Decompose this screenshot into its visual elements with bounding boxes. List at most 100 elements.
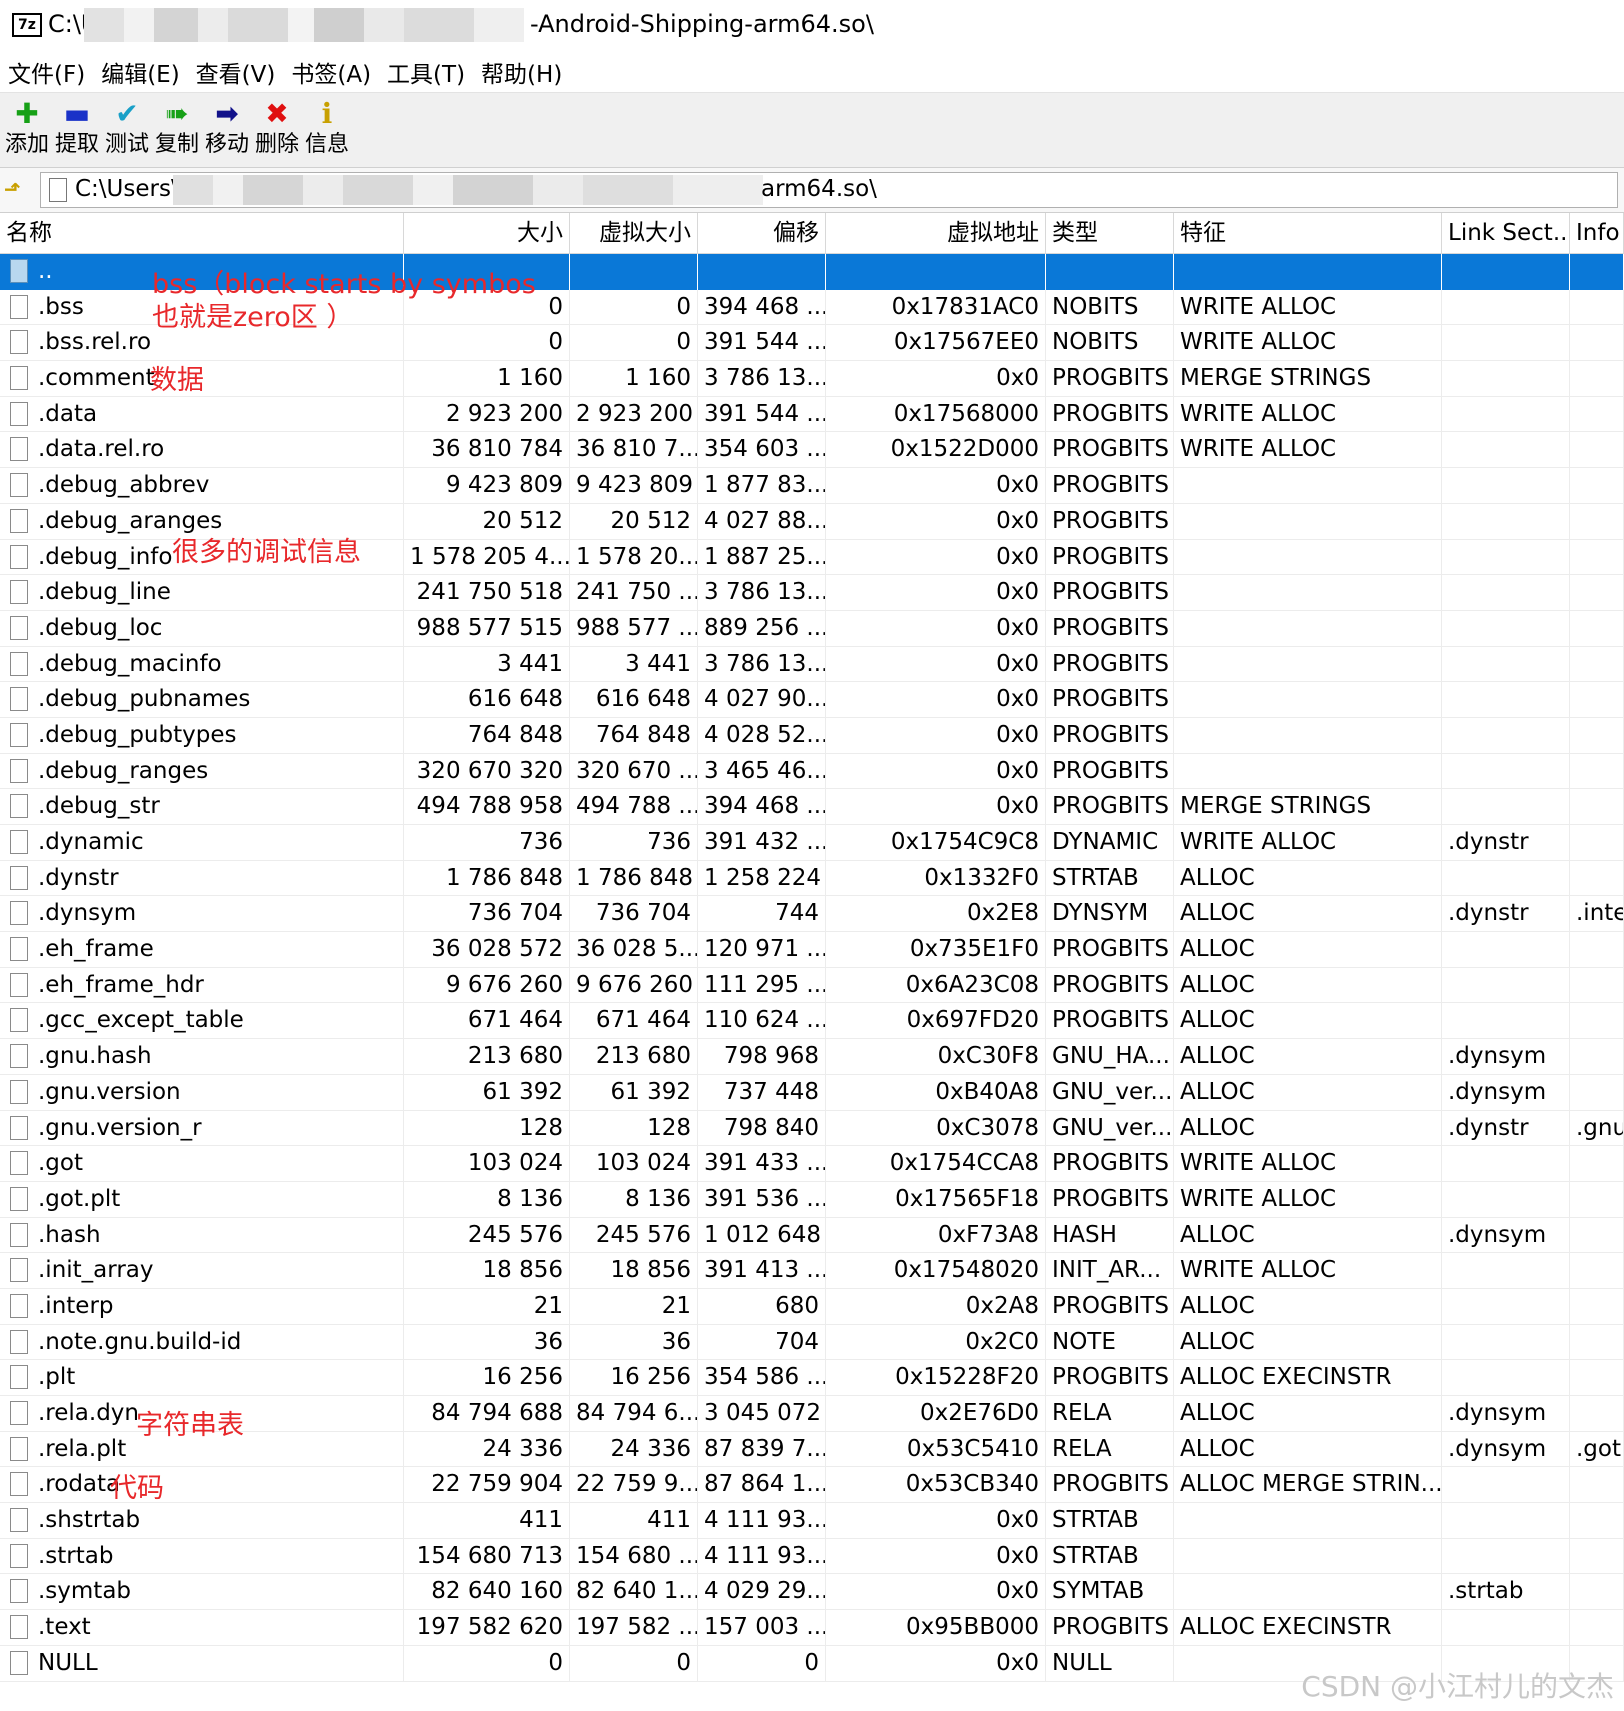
table-row[interactable]: .init_array 18 856 18 856 391 413 ... 0x1754… [0,1253,1624,1289]
menu-edit[interactable]: 编辑(E) [93,55,187,89]
table-row[interactable]: .dynsym 736 704 736 704 744 0x2E8 DYNSYM ALLOC… [0,896,1624,933]
table-row[interactable]: .debug_pubtypes 764 848 764 848 4 028 52...… [0,717,1624,754]
col-virtual-size[interactable]: 虚拟大小 [570,213,698,253]
table-row[interactable]: .debug_macinfo 3 441 3 441 3 786 13... 0x0 PR… [0,646,1624,683]
table-row[interactable]: .gcc_except_table 671 464 671 464 110 624 .… [0,1003,1624,1040]
cell-virtual-size: 8 136 [570,1181,698,1217]
table-row[interactable]: .eh_frame_hdr 9 676 260 9 676 260 111 295 .… [0,967,1624,1004]
table-row[interactable]: .rela.plt 24 336 24 336 87 839 7... 0x53C541… [0,1431,1624,1468]
file-icon [10,1436,28,1461]
table-row[interactable]: .note.gnu.build-id 36 36 704 0x2C0 NOTE ALLOC [0,1324,1624,1361]
table-row[interactable]: .text 197 582 620 197 582 ... 157 003 ... 0x… [0,1610,1624,1646]
cell-virtual-address: 0x2A8 [826,1288,1046,1324]
col-info[interactable]: Info [1570,213,1624,253]
address-input[interactable]: C:\Users\ arm64.so\ [40,172,1618,208]
menu-file[interactable]: 文件(F) [0,55,93,89]
cell-info [1570,1360,1624,1395]
folder-up-icon[interactable]: ⬏ [4,177,28,203]
table-row[interactable]: .debug_aranges 20 512 20 512 4 027 88... 0x0… [0,503,1624,540]
table-row[interactable]: .eh_frame 36 028 572 36 028 5... 120 971 ..… [0,932,1624,968]
cell-type: PROGBITS [1046,682,1174,717]
cell-info [1570,860,1624,896]
cell-info [1570,967,1624,1003]
cell-type: RELA [1046,1431,1174,1467]
test-button[interactable]: ✔ 测试 [100,97,154,163]
cell-type: STRTAB [1046,860,1174,896]
col-size[interactable]: 大小 [404,213,570,253]
cell-info [1570,1610,1624,1645]
cell-virtual-address: 0x0 [826,361,1046,396]
cell-info [1570,1538,1624,1574]
table-row[interactable]: .dynamic 736 736 391 432 ... 0x1754C9C8 DYNAM… [0,825,1624,861]
cell-type: PROGBITS [1046,753,1174,789]
cell-virtual-size [570,254,698,290]
cell-name: .debug_pubnames [34,682,404,717]
cell-offset: 680 [698,1288,826,1324]
table-row[interactable]: .data.rel.ro 36 810 784 36 810 7... 354 603… [0,432,1624,469]
table-row[interactable]: .interp 21 21 680 0x2A8 PROGBITS ALLOC [0,1288,1624,1325]
table-row[interactable]: .bss 0 0 394 468 ... 0x17831AC0 NOBITS WRITE A… [0,289,1624,326]
table-row[interactable]: .debug_abbrev 9 423 809 9 423 809 1 877 83.… [0,468,1624,504]
add-button[interactable]: ✚ 添加 [0,97,54,163]
move-button[interactable]: ➡ 移动 [200,97,254,163]
table-row[interactable]: .shstrtab 411 411 4 111 93... 0x0 STRTAB [0,1503,1624,1539]
col-characteristics[interactable]: 特征 [1174,213,1442,253]
table-row[interactable]: .debug_str 494 788 958 494 788 ... 394 468 … [0,789,1624,825]
menu-help[interactable]: 帮助(H) [473,55,570,89]
table-row[interactable]: .debug_info 1 578 205 4... 1 578 20... 1 88… [0,539,1624,576]
table-row[interactable]: .gnu.hash 213 680 213 680 798 968 0xC30F8 GNU… [0,1039,1624,1075]
file-icon [10,1151,28,1176]
table-row[interactable]: .rodata 22 759 904 22 759 9... 87 864 1... 0… [0,1467,1624,1504]
cell-virtual-address: 0x6A23C08 [826,967,1046,1003]
table-row[interactable]: .symtab 82 640 160 82 640 1... 4 029 29... 0… [0,1574,1624,1611]
cell-offset: 704 [698,1324,826,1360]
cell-link-section [1442,432,1570,468]
table-row[interactable]: .rela.dyn 84 794 688 84 794 6... 3 045 072 0… [0,1396,1624,1432]
cell-virtual-address: 0xC3078 [826,1110,1046,1146]
cell-virtual-size: 1 786 848 [570,860,698,896]
copy-button[interactable]: ➠ 复制 [150,97,204,163]
cell-link-section [1442,753,1570,789]
menu-view[interactable]: 查看(V) [188,55,284,89]
table-row[interactable]: .strtab 154 680 713 154 680 ... 4 111 93...… [0,1538,1624,1575]
menu-bookmarks[interactable]: 书签(A) [283,55,379,89]
table-row[interactable]: .debug_ranges 320 670 320 320 670 ... 3 465… [0,753,1624,790]
info-button[interactable]: ℹ 信息 [300,97,354,163]
delete-button[interactable]: ✖ 删除 [250,97,304,163]
col-offset[interactable]: 偏移 [698,213,826,253]
extract-button[interactable]: ▬ 提取 [50,97,104,163]
table-row[interactable]: .debug_loc 988 577 515 988 577 ... 889 256 … [0,610,1624,647]
table-row[interactable]: .plt 16 256 16 256 354 586 ... 0x15228F20 PRO… [0,1360,1624,1396]
cell-virtual-size: 988 577 ... [570,610,698,646]
table-row[interactable]: .comment 1 160 1 160 3 786 13... 0x0 PROGBITS… [0,361,1624,397]
menu-tools[interactable]: 工具(T) [379,55,473,89]
cell-virtual-size: 245 576 [570,1217,698,1253]
cell-offset: 4 027 90... [698,682,826,717]
cell-offset: 3 465 46... [698,753,826,789]
cell-size: 36 028 572 [404,932,570,967]
table-row[interactable]: .bss.rel.ro 0 0 391 544 ... 0x17567EE0 NOBITS… [0,325,1624,362]
table-row[interactable]: .gnu.version 61 392 61 392 737 448 0xB40A8 GN… [0,1074,1624,1111]
col-link-section[interactable]: Link Sect... [1442,213,1570,253]
cell-virtual-size: 154 680 ... [570,1538,698,1574]
cell-type: PROGBITS [1046,1360,1174,1395]
parent-folder-row[interactable]: .. [0,254,1624,290]
table-row[interactable]: .got.plt 8 136 8 136 391 536 ... 0x17565F18 P… [0,1181,1624,1218]
cell-name: .gnu.version [34,1074,404,1110]
table-row[interactable]: .debug_line 241 750 518 241 750 ... 3 786 1… [0,575,1624,611]
cell-type: PROGBITS [1046,539,1174,575]
table-row[interactable]: .debug_pubnames 616 648 616 648 4 027 90...… [0,682,1624,718]
cell-info [1570,1217,1624,1253]
table-row[interactable]: .gnu.version_r 128 128 798 840 0xC3078 GNU_ve… [0,1110,1624,1147]
col-type[interactable]: 类型 [1046,213,1174,253]
col-virtual-address[interactable]: 虚拟地址 [826,213,1046,253]
table-row[interactable]: .data 2 923 200 2 923 200 391 544 ... 0x1756… [0,396,1624,433]
col-name[interactable]: 名称 [0,213,404,253]
cell-type: PROGBITS [1046,1610,1174,1645]
cell-name: .debug_line [34,575,404,610]
file-icon [10,972,28,997]
cell-offset: 4 111 93... [698,1503,826,1538]
table-row[interactable]: .hash 245 576 245 576 1 012 648 0xF73A8 HASH A… [0,1217,1624,1254]
table-row[interactable]: .got 103 024 103 024 391 433 ... 0x1754CCA8 P… [0,1146,1624,1182]
table-row[interactable]: .dynstr 1 786 848 1 786 848 1 258 224 0x1332… [0,860,1624,897]
